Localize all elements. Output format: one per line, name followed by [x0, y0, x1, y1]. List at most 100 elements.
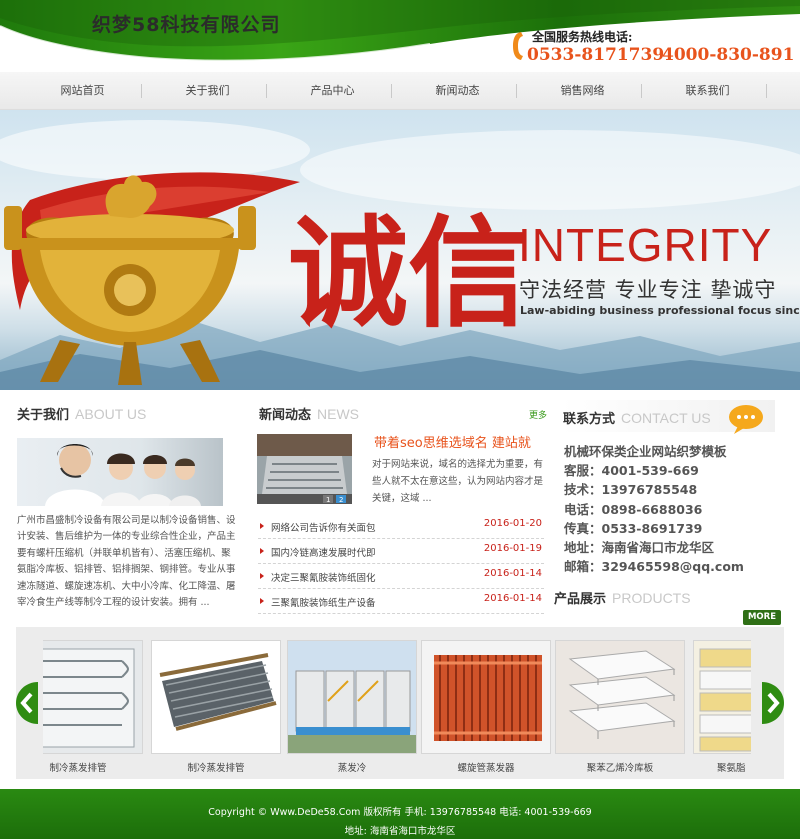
call-center-staff-image	[45, 444, 201, 506]
nav-divider	[141, 84, 142, 98]
contact-service: 客服：4001-539-669	[564, 463, 699, 479]
product-image[interactable]	[693, 640, 751, 754]
page: 织梦58科技有限公司 全国服务热线电话: 0533-8171739 4000-8…	[0, 0, 800, 839]
products-title-en: PRODUCTS	[612, 590, 691, 606]
aluminum-pipe-rack-image	[152, 641, 280, 753]
hero-banner[interactable]: 诚信 INTEGRITY 守法经营 专业专注 挚诚守 Law-abiding b…	[0, 110, 800, 390]
about-section-title: 关于我们 ABOUT US	[17, 404, 146, 423]
news-item-title[interactable]: 决定三聚氰胺装饰纸固化	[271, 570, 376, 584]
site-title[interactable]: 织梦58科技有限公司	[92, 10, 280, 37]
hotline-phone-1: 0533-8171739	[527, 45, 665, 65]
contact-section-title: 联系方式 CONTACT US	[563, 408, 711, 427]
spiral-evaporator-image	[422, 641, 550, 753]
nav-item-news[interactable]: 新闻动态	[395, 72, 520, 110]
about-photo[interactable]	[17, 438, 223, 506]
contact-title-en: CONTACT US	[621, 410, 711, 426]
news-list-item[interactable]: 决定三聚氰胺装饰纸固化 2016-01-14	[258, 564, 544, 589]
polystyrene-panel-image	[556, 641, 684, 753]
nav-item-sales[interactable]: 销售网络	[520, 72, 645, 110]
product-caption[interactable]: 制冷蒸发排管	[43, 760, 143, 774]
product-image[interactable]	[43, 640, 143, 754]
news-item-title[interactable]: 网络公司告诉你有关面包	[271, 520, 376, 534]
news-list-item[interactable]: 国内冷链高速发展时代即 2016-01-19	[258, 539, 544, 564]
product-card[interactable]: 聚氨脂	[693, 640, 751, 774]
news-list-item[interactable]: 网络公司告诉你有关面包 2016-01-20	[258, 514, 544, 539]
news-item-title[interactable]: 三聚氰胺装饰纸生产设备	[271, 595, 376, 609]
carousel-next-arrow-icon[interactable]	[762, 682, 784, 724]
about-title-en: ABOUT US	[75, 406, 147, 422]
news-list-item[interactable]: 三聚氰胺装饰纸生产设备 2016-01-14	[258, 589, 544, 614]
news-item-title[interactable]: 国内冷链高速发展时代即	[271, 545, 376, 559]
about-title-zh: 关于我们	[17, 408, 70, 423]
product-caption[interactable]: 聚苯乙烯冷库板	[555, 760, 685, 774]
contact-company: 机械环保类企业网站织梦模板	[564, 444, 727, 459]
polyurethane-panel-image	[694, 641, 751, 753]
carousel-prev-arrow-icon[interactable]	[16, 682, 38, 724]
news-featured-summary: 对于网站来说，域名的选择尤为重要，有些人就不太在意这些，认为网站内容才是关键，这…	[372, 459, 544, 504]
banner-calligraphy: 诚信	[288, 203, 528, 344]
product-image[interactable]	[421, 640, 551, 754]
news-featured-image: 1 2	[257, 434, 352, 504]
contact-title-zh: 联系方式	[563, 412, 616, 427]
products-title-zh: 产品展示	[554, 592, 607, 607]
product-image[interactable]	[151, 640, 281, 754]
news-featured-title[interactable]: 带着seo思维选域名 建站就	[374, 432, 531, 451]
product-image[interactable]	[555, 640, 685, 754]
banner-headline-en: INTEGRITY	[518, 219, 773, 271]
contact-phone: 电话：0898-6688036	[564, 501, 703, 517]
nav-divider	[391, 84, 392, 98]
product-card[interactable]: 制冷蒸发排管	[151, 640, 281, 774]
slide-number-2: 2	[339, 496, 343, 504]
product-card[interactable]: 聚苯乙烯冷库板	[555, 640, 685, 774]
contact-tech: 技术：13976785548	[564, 482, 698, 498]
nav-divider	[266, 84, 267, 98]
news-more-link[interactable]: 更多	[529, 408, 547, 421]
product-caption[interactable]: 聚氨脂	[693, 760, 751, 774]
bullet-arrow-icon	[260, 598, 264, 604]
contact-info: 机械环保类企业网站织梦模板 客服：4001-539-669 技术：1397678…	[564, 442, 744, 576]
news-item-date: 2016-01-20	[483, 518, 542, 529]
product-card[interactable]: 制冷蒸发排管	[43, 640, 143, 774]
product-caption[interactable]: 螺旋管蒸发器	[421, 760, 551, 774]
header: 织梦58科技有限公司 全国服务热线电话: 0533-8171739 4000-8…	[0, 0, 800, 72]
evaporator-coil-image	[43, 641, 142, 753]
nav-divider	[516, 84, 517, 98]
products-section-title: 产品展示 PRODUCTS	[554, 588, 691, 607]
phone-icon	[513, 32, 523, 60]
contact-fax: 传真：0533-8691739	[564, 520, 703, 536]
news-item-date: 2016-01-14	[483, 593, 542, 604]
nav-item-home[interactable]: 网站首页	[20, 72, 145, 110]
nav-item-contact[interactable]: 联系我们	[645, 72, 770, 110]
nav-item-products[interactable]: 产品中心	[270, 72, 395, 110]
news-item-date: 2016-01-14	[483, 568, 542, 579]
bullet-arrow-icon	[260, 523, 264, 529]
news-list: 网络公司告诉你有关面包 2016-01-20 国内冷链高速发展时代即 2016-…	[258, 514, 544, 614]
banner-headline-zh: 守法经营 专业专注 挚诚守	[519, 278, 777, 302]
products-more-button[interactable]: MORE	[743, 610, 781, 625]
nav-divider	[766, 84, 767, 98]
banner-subline-en: Law-abiding business professional focus …	[520, 304, 800, 317]
about-text: 广州市昌盛制冷设备有限公司是以制冷设备销售、设计安装、售后维护为一体的专业综合性…	[17, 515, 236, 609]
news-featured-photo[interactable]: 1 2	[257, 434, 352, 504]
nav-divider	[641, 84, 642, 98]
news-title-zh: 新闻动态	[259, 408, 312, 423]
news-title-en: NEWS	[317, 406, 360, 422]
bullet-arrow-icon	[260, 573, 264, 579]
footer-copyright: Copyright © Www.DeDe58.Com 版权所有 手机: 1397…	[208, 807, 592, 818]
product-image[interactable]	[287, 640, 417, 754]
product-card[interactable]: 螺旋管蒸发器	[421, 640, 551, 774]
bullet-arrow-icon	[260, 548, 264, 554]
product-caption[interactable]: 制冷蒸发排管	[151, 760, 281, 774]
product-card[interactable]: 蒸发冷	[287, 640, 417, 774]
slide-number-1: 1	[326, 496, 330, 504]
hotline-label: 全国服务热线电话:	[532, 30, 633, 44]
product-track: 制冷蒸发排管 制冷蒸发排管 蒸发冷 螺旋管蒸发器 聚苯乙烯冷库板 聚氨脂	[43, 630, 751, 780]
product-caption[interactable]: 蒸发冷	[287, 760, 417, 774]
news-item-date: 2016-01-19	[483, 543, 542, 554]
contact-email: 邮箱：329465598@qq.com	[564, 559, 744, 575]
hotline-phone-2: 4000-830-891	[662, 45, 795, 65]
nav-item-about[interactable]: 关于我们	[145, 72, 270, 110]
contact-address: 地址：海南省海口市龙华区	[564, 540, 715, 556]
footer: Copyright © Www.DeDe58.Com 版权所有 手机: 1397…	[0, 789, 800, 839]
main-nav: 网站首页 关于我们 产品中心 新闻动态 销售网络 联系我们	[0, 72, 800, 110]
